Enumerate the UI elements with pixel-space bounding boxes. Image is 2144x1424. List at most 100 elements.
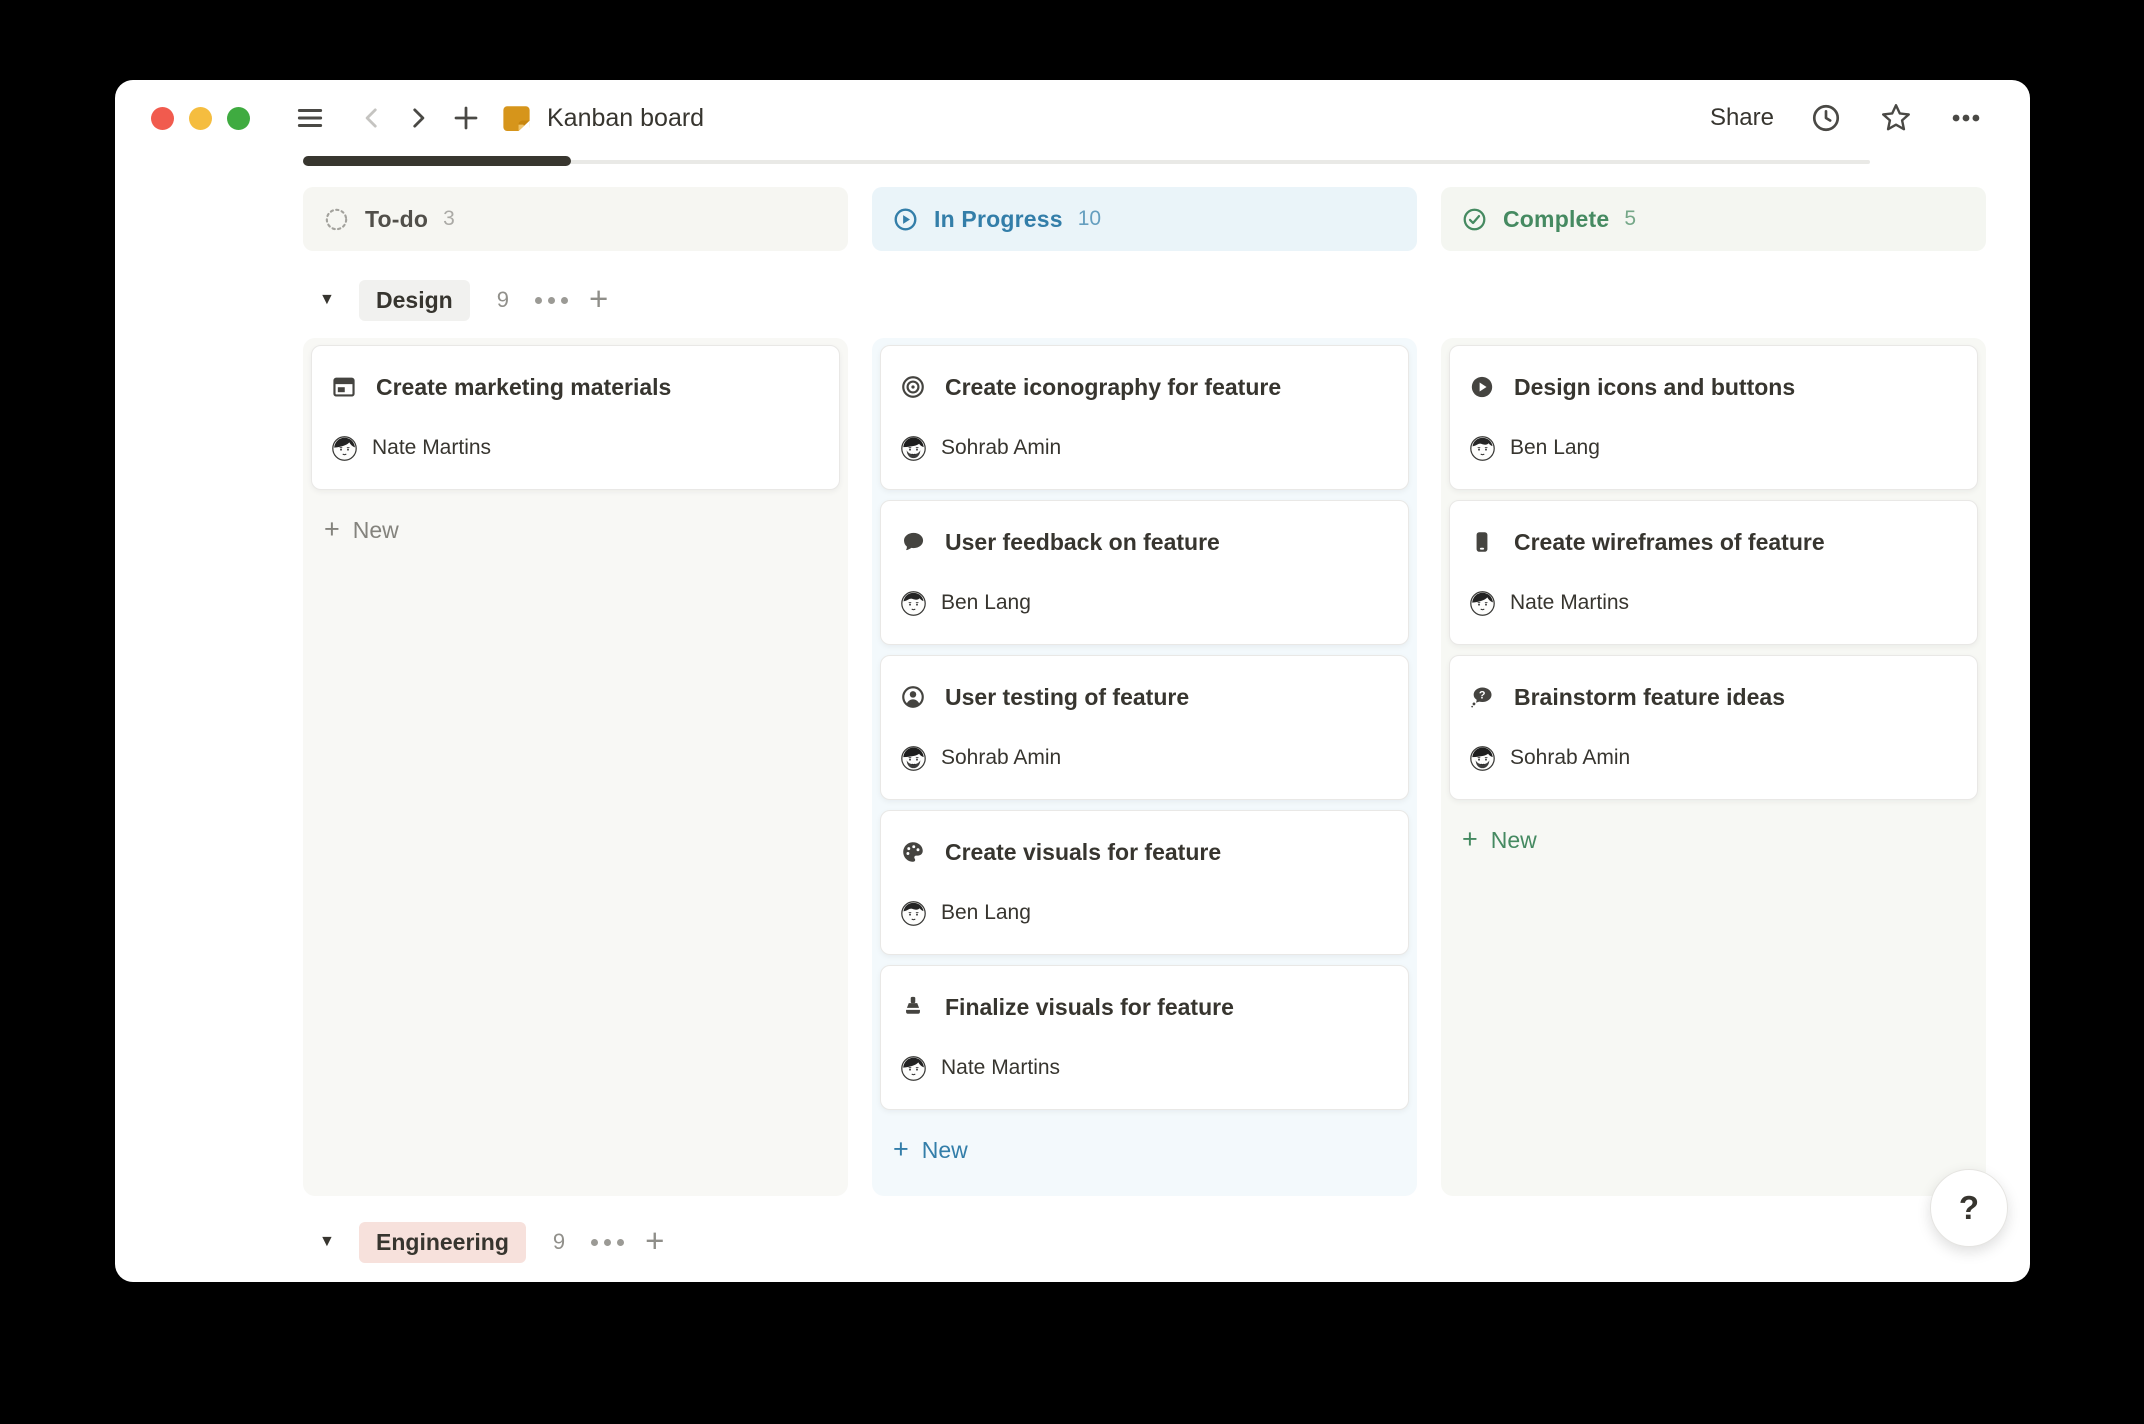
speech-bubble-icon [900, 529, 926, 555]
desktop: { "window": { "traffic_lights": [ {"name… [0, 0, 2144, 1424]
card-title: Create iconography for feature [945, 374, 1281, 401]
card-title: User feedback on feature [945, 529, 1220, 556]
plus-icon: + [893, 1136, 909, 1163]
page-icon [498, 100, 534, 136]
new-page-icon[interactable] [448, 100, 484, 136]
group-pill-engineering[interactable]: Engineering [359, 1222, 526, 1263]
card-title: Create marketing materials [376, 374, 671, 401]
kanban-card[interactable]: Create iconography for feature Sohrab Ami… [880, 345, 1409, 490]
kanban-card[interactable]: User testing of feature Sohrab Amin [880, 655, 1409, 800]
new-card-button[interactable]: + New [311, 508, 840, 552]
nate-martins-avatar [331, 435, 358, 462]
play-circle-icon [1469, 374, 1495, 400]
column-in-progress: In Progress 10 Create iconography for fe… [872, 187, 1417, 251]
menu-icon[interactable] [292, 100, 328, 136]
group-count: 9 [553, 1229, 565, 1255]
group-more-icon[interactable] [535, 297, 568, 304]
forward-icon[interactable] [400, 100, 436, 136]
play-circle-outline-icon [892, 206, 919, 233]
titlebar-actions: Share [1710, 100, 1984, 136]
card-assignee: Nate Martins [941, 1056, 1060, 1080]
card-title: Create wireframes of feature [1514, 529, 1825, 556]
clock-icon[interactable] [1808, 100, 1844, 136]
column-complete-cards: Design icons and buttons Ben Lang Create w… [1441, 338, 1986, 1196]
ben-lang-avatar [900, 590, 927, 617]
sohrab-amin-avatar [1469, 745, 1496, 772]
card-assignee: Ben Lang [1510, 436, 1600, 460]
card-assignee: Nate Martins [1510, 591, 1629, 615]
collapse-triangle-icon[interactable]: ▼ [319, 291, 359, 309]
paintbrush-icon [900, 994, 926, 1020]
user-circle-icon [900, 684, 926, 710]
column-todo: To-do 3 Create marketing materialsNate M… [303, 187, 848, 251]
column-label: Complete [1503, 206, 1609, 233]
sohrab-amin-avatar [900, 435, 927, 462]
sohrab-amin-avatar [900, 745, 927, 772]
check-circle-icon [1461, 206, 1488, 233]
help-button[interactable]: ? [1930, 1169, 2008, 1247]
board-scrollbar-thumb[interactable] [303, 156, 571, 166]
titlebar: Kanban board Share [115, 80, 2030, 156]
back-icon[interactable] [354, 100, 390, 136]
column-label: To-do [365, 206, 428, 233]
group-row-engineering: ▼ Engineering 9 + [303, 1220, 664, 1264]
zoom-button[interactable] [227, 107, 250, 130]
group-count: 9 [497, 287, 509, 313]
plus-icon: + [324, 516, 340, 543]
star-icon[interactable] [1878, 100, 1914, 136]
card-assignee: Ben Lang [941, 901, 1031, 925]
kanban-card[interactable]: Create wireframes of feature Nate Martins [1449, 500, 1978, 645]
column-label: In Progress [934, 206, 1063, 233]
card-title: Finalize visuals for feature [945, 994, 1234, 1021]
thought-question-icon: ? [1469, 684, 1495, 710]
new-card-label: New [922, 1137, 968, 1164]
new-card-button[interactable]: + New [880, 1128, 1409, 1172]
card-assignee: Nate Martins [372, 436, 491, 460]
share-button[interactable]: Share [1710, 104, 1774, 132]
column-header-in-progress[interactable]: In Progress 10 [872, 187, 1417, 251]
minimize-button[interactable] [189, 107, 212, 130]
column-todo-cards: Create marketing materials Nate Martins +… [303, 338, 848, 1196]
column-count: 10 [1078, 207, 1101, 231]
kanban-card[interactable]: Design icons and buttons Ben Lang [1449, 345, 1978, 490]
group-add-icon[interactable]: + [589, 282, 608, 315]
column-in-progress-cards: Create iconography for feature Sohrab Ami… [872, 338, 1417, 1196]
column-count: 5 [1624, 207, 1636, 231]
svg-text:?: ? [1479, 689, 1486, 701]
palette-icon [900, 839, 926, 865]
kanban-card[interactable]: Finalize visuals for feature Nate Martins [880, 965, 1409, 1110]
card-title: User testing of feature [945, 684, 1189, 711]
nate-martins-avatar [1469, 590, 1496, 617]
collapse-triangle-icon[interactable]: ▼ [319, 1233, 359, 1251]
card-title: Create visuals for feature [945, 839, 1221, 866]
window-controls [151, 107, 250, 130]
new-card-label: New [353, 517, 399, 544]
kanban-card[interactable]: ?Brainstorm feature ideasSohrab Amin [1449, 655, 1978, 800]
ben-lang-avatar [1469, 435, 1496, 462]
new-card-button[interactable]: + New [1449, 818, 1978, 862]
kanban-card[interactable]: Create visuals for feature Ben Lang [880, 810, 1409, 955]
card-assignee: Sohrab Amin [941, 436, 1061, 460]
kanban-card[interactable]: User feedback on featureBen Lang [880, 500, 1409, 645]
column-header-todo[interactable]: To-do 3 [303, 187, 848, 251]
plus-icon: + [1462, 826, 1478, 853]
target-icon [900, 374, 926, 400]
new-card-label: New [1491, 827, 1537, 854]
card-title: Design icons and buttons [1514, 374, 1795, 401]
more-icon[interactable] [1948, 100, 1984, 136]
column-header-complete[interactable]: Complete 5 [1441, 187, 1986, 251]
group-add-icon[interactable]: + [645, 1224, 664, 1257]
column-count: 3 [443, 207, 455, 231]
dashed-circle-icon [323, 206, 350, 233]
page-title: Kanban board [547, 104, 704, 133]
ben-lang-avatar [900, 900, 927, 927]
layout-icon [331, 374, 357, 400]
column-complete: Complete 5 Design icons and buttonsBen L… [1441, 187, 1986, 251]
card-assignee: Sohrab Amin [941, 746, 1061, 770]
group-more-icon[interactable] [591, 1239, 624, 1246]
phone-icon [1469, 529, 1495, 555]
close-button[interactable] [151, 107, 174, 130]
group-pill-design[interactable]: Design [359, 280, 470, 321]
kanban-card[interactable]: Create marketing materials Nate Martins [311, 345, 840, 490]
nate-martins-avatar [900, 1055, 927, 1082]
